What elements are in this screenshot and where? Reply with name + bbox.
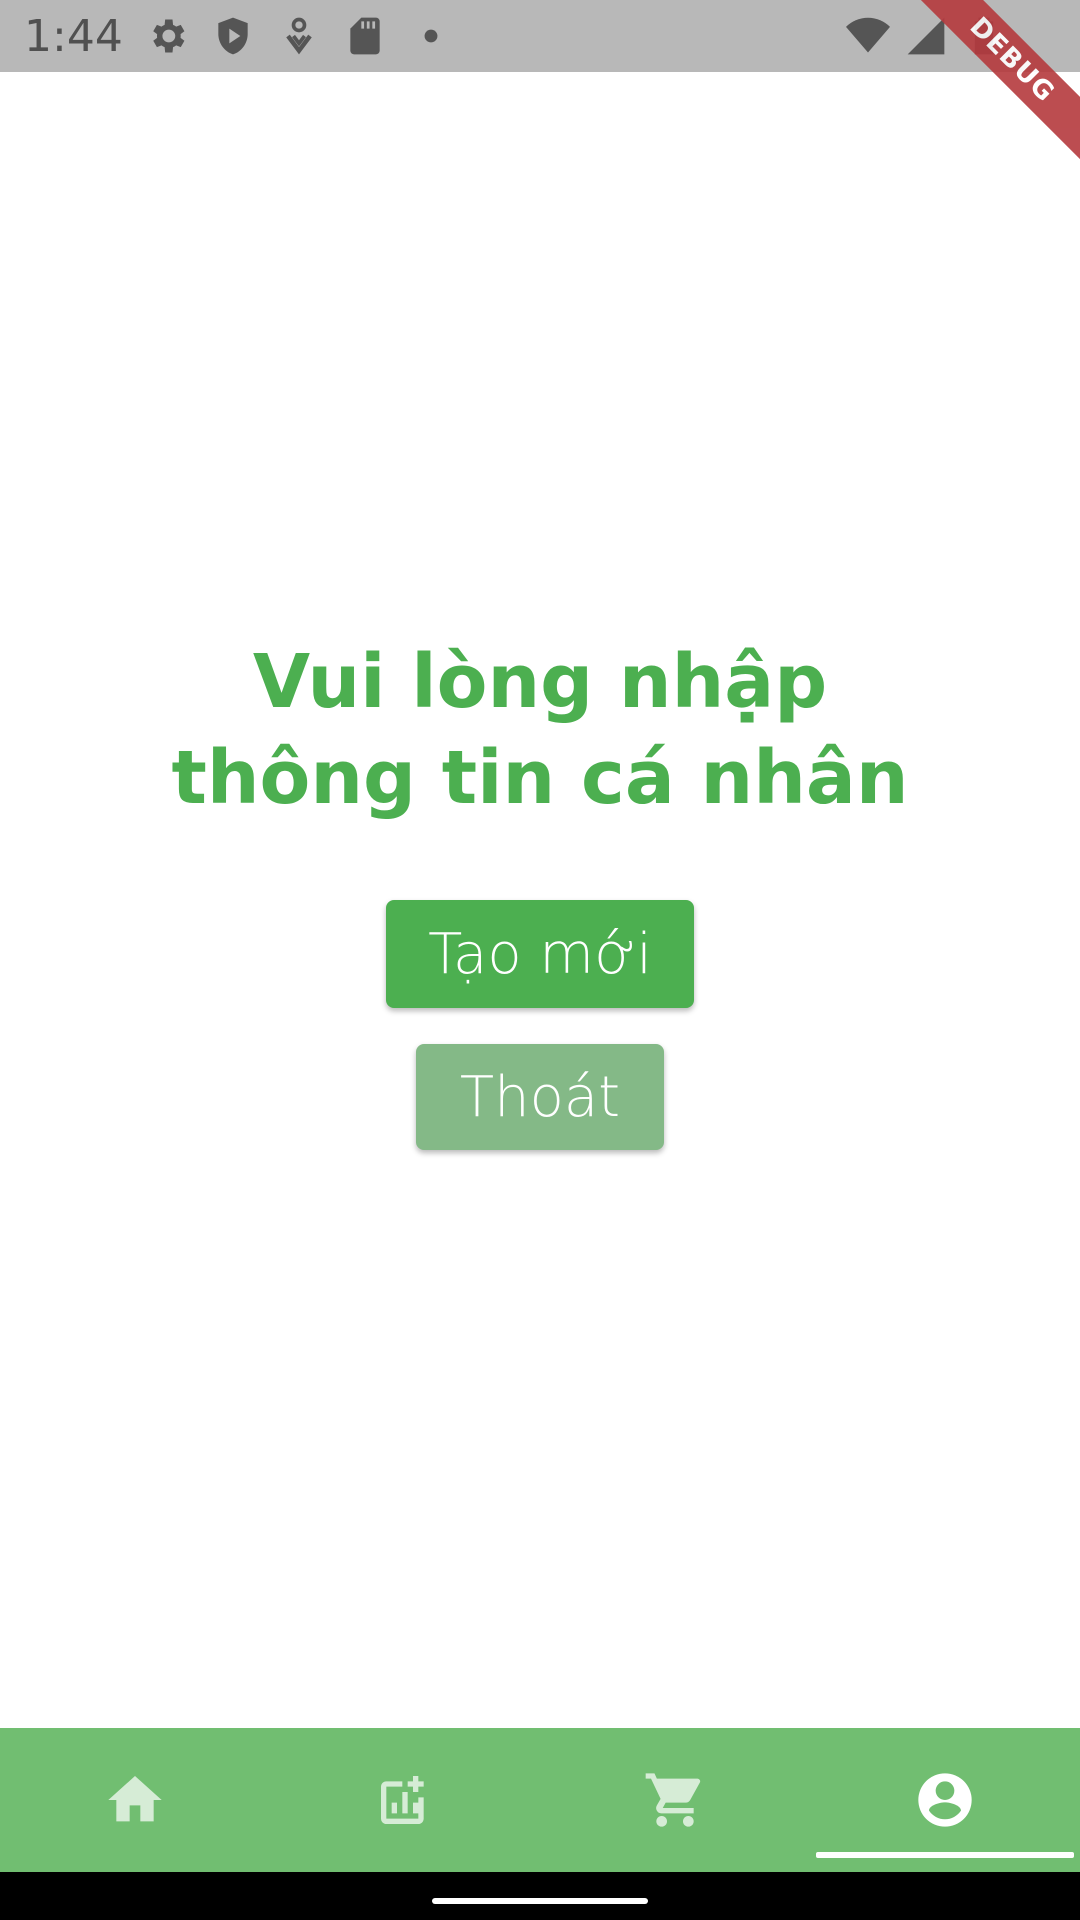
create-new-button[interactable]: Tạo mới [386, 900, 694, 1008]
sd-card-icon [343, 14, 387, 58]
bottom-navigation [0, 1728, 1080, 1872]
home-icon [108, 1776, 162, 1822]
status-time: 1:44 [24, 10, 123, 62]
location-pin-icon [277, 14, 321, 58]
status-bar: 1:44 [0, 0, 1080, 72]
nav-item-account[interactable] [810, 1728, 1080, 1872]
shield-play-icon [211, 14, 255, 58]
stats-add-icon [381, 1776, 424, 1824]
dot-icon [409, 14, 453, 58]
wifi-icon [846, 17, 890, 53]
main-content: Vui lòng nhập thông tin cá nhân Tạo mới … [0, 72, 1080, 1728]
page-title: Vui lòng nhập thông tin cá nhân [171, 639, 909, 821]
settings-icon [145, 14, 189, 58]
nav-item-cart[interactable] [540, 1728, 810, 1872]
exit-button[interactable]: Thoát [416, 1044, 664, 1150]
cart-icon [645, 1773, 701, 1827]
home-gesture-handle[interactable] [432, 1898, 648, 1904]
nav-item-stats[interactable] [270, 1728, 540, 1872]
nav-item-home[interactable] [0, 1728, 270, 1872]
active-tab-indicator [816, 1852, 1074, 1858]
account-icon [918, 1773, 972, 1827]
system-navigation-bar [0, 1872, 1080, 1920]
